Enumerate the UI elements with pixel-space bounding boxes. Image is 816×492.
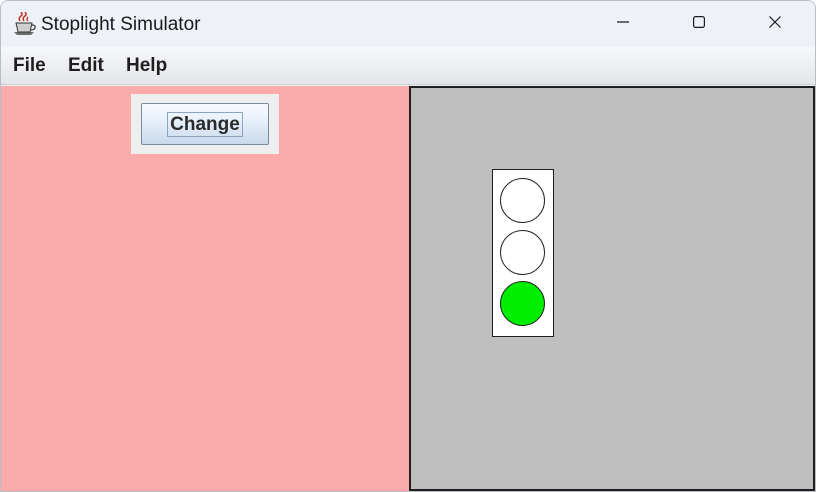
button-container: Change [131, 94, 279, 154]
stoplight-lamp-middle [500, 230, 545, 275]
maximize-icon [693, 15, 706, 33]
stoplight-housing [492, 169, 554, 337]
stoplight-lamp-bottom [500, 281, 545, 326]
java-coffee-icon [11, 11, 37, 36]
change-button[interactable]: Change [141, 103, 269, 145]
title-bar[interactable]: Stoplight Simulator [1, 1, 815, 47]
menu-edit[interactable]: Edit [68, 55, 104, 77]
stoplight-lamp-top [500, 178, 545, 223]
menu-help[interactable]: Help [126, 55, 167, 77]
stoplight-canvas [409, 86, 815, 491]
close-button[interactable] [737, 1, 813, 47]
menu-bar: File Edit Help [1, 47, 815, 85]
control-panel: Change [1, 86, 409, 491]
app-window: Stoplight Simulator File Edit Help Chang… [0, 0, 816, 492]
maximize-button[interactable] [661, 1, 737, 47]
minimize-icon [617, 15, 629, 33]
minimize-button[interactable] [585, 1, 661, 47]
change-button-label: Change [167, 111, 243, 137]
window-title: Stoplight Simulator [41, 14, 201, 35]
menu-file[interactable]: File [13, 55, 46, 77]
close-icon [769, 15, 781, 33]
